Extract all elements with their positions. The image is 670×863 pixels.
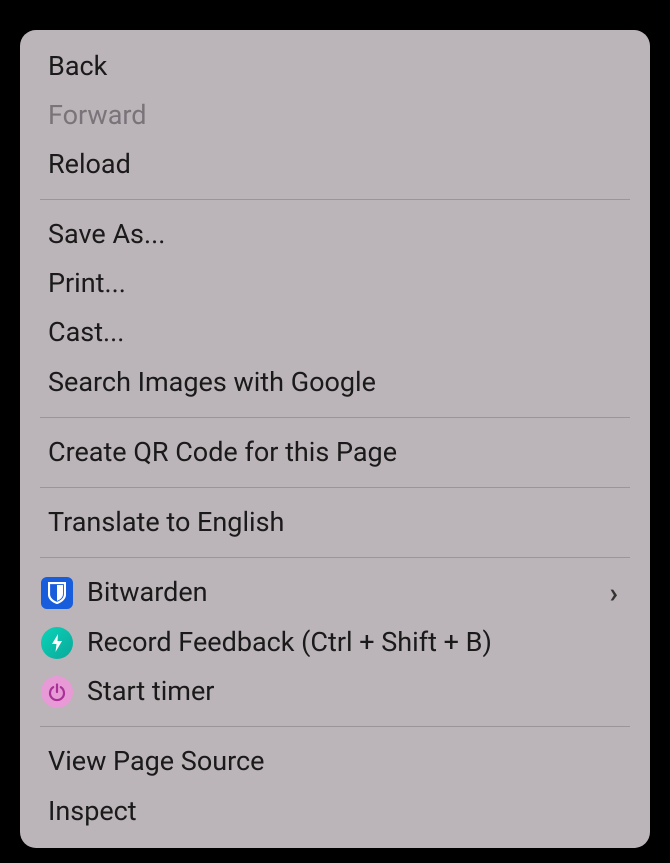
menu-item-label: View Page Source	[48, 744, 622, 779]
menu-item-translate[interactable]: Translate to English	[20, 498, 650, 547]
menu-item-label: Back	[48, 49, 622, 84]
menu-item-create-qr[interactable]: Create QR Code for this Page	[20, 428, 650, 477]
divider	[40, 417, 630, 418]
menu-item-cast[interactable]: Cast...	[20, 308, 650, 357]
menu-item-back[interactable]: Back	[20, 42, 650, 91]
divider	[40, 199, 630, 200]
bitwarden-icon	[40, 576, 74, 610]
menu-item-label: Create QR Code for this Page	[48, 435, 622, 470]
divider	[40, 487, 630, 488]
menu-item-bitwarden[interactable]: Bitwarden ›	[20, 568, 650, 618]
menu-item-label: Forward	[48, 98, 622, 133]
menu-item-forward: Forward	[20, 91, 650, 140]
power-icon	[40, 675, 74, 709]
menu-item-print[interactable]: Print...	[20, 259, 650, 308]
context-menu: Back Forward Reload Save As... Print... …	[20, 30, 650, 848]
menu-item-label: Translate to English	[48, 505, 622, 540]
menu-item-search-images[interactable]: Search Images with Google	[20, 358, 650, 407]
menu-item-save-as[interactable]: Save As...	[20, 210, 650, 259]
divider	[40, 726, 630, 727]
menu-item-label: Print...	[48, 266, 622, 301]
menu-item-reload[interactable]: Reload	[20, 140, 650, 189]
menu-item-label: Record Feedback (Ctrl + Shift + B)	[87, 625, 622, 660]
menu-item-label: Start timer	[87, 674, 622, 709]
chevron-right-icon: ›	[610, 575, 618, 611]
menu-item-label: Bitwarden	[87, 575, 610, 610]
menu-item-label: Inspect	[48, 794, 622, 829]
menu-item-view-source[interactable]: View Page Source	[20, 737, 650, 786]
menu-item-label: Save As...	[48, 217, 622, 252]
menu-item-inspect[interactable]: Inspect	[20, 787, 650, 836]
menu-item-label: Reload	[48, 147, 622, 182]
menu-item-label: Cast...	[48, 315, 622, 350]
menu-item-label: Search Images with Google	[48, 365, 622, 400]
menu-item-start-timer[interactable]: Start timer	[20, 667, 650, 716]
menu-item-record-feedback[interactable]: Record Feedback (Ctrl + Shift + B)	[20, 618, 650, 667]
lightning-icon	[40, 626, 74, 660]
divider	[40, 557, 630, 558]
